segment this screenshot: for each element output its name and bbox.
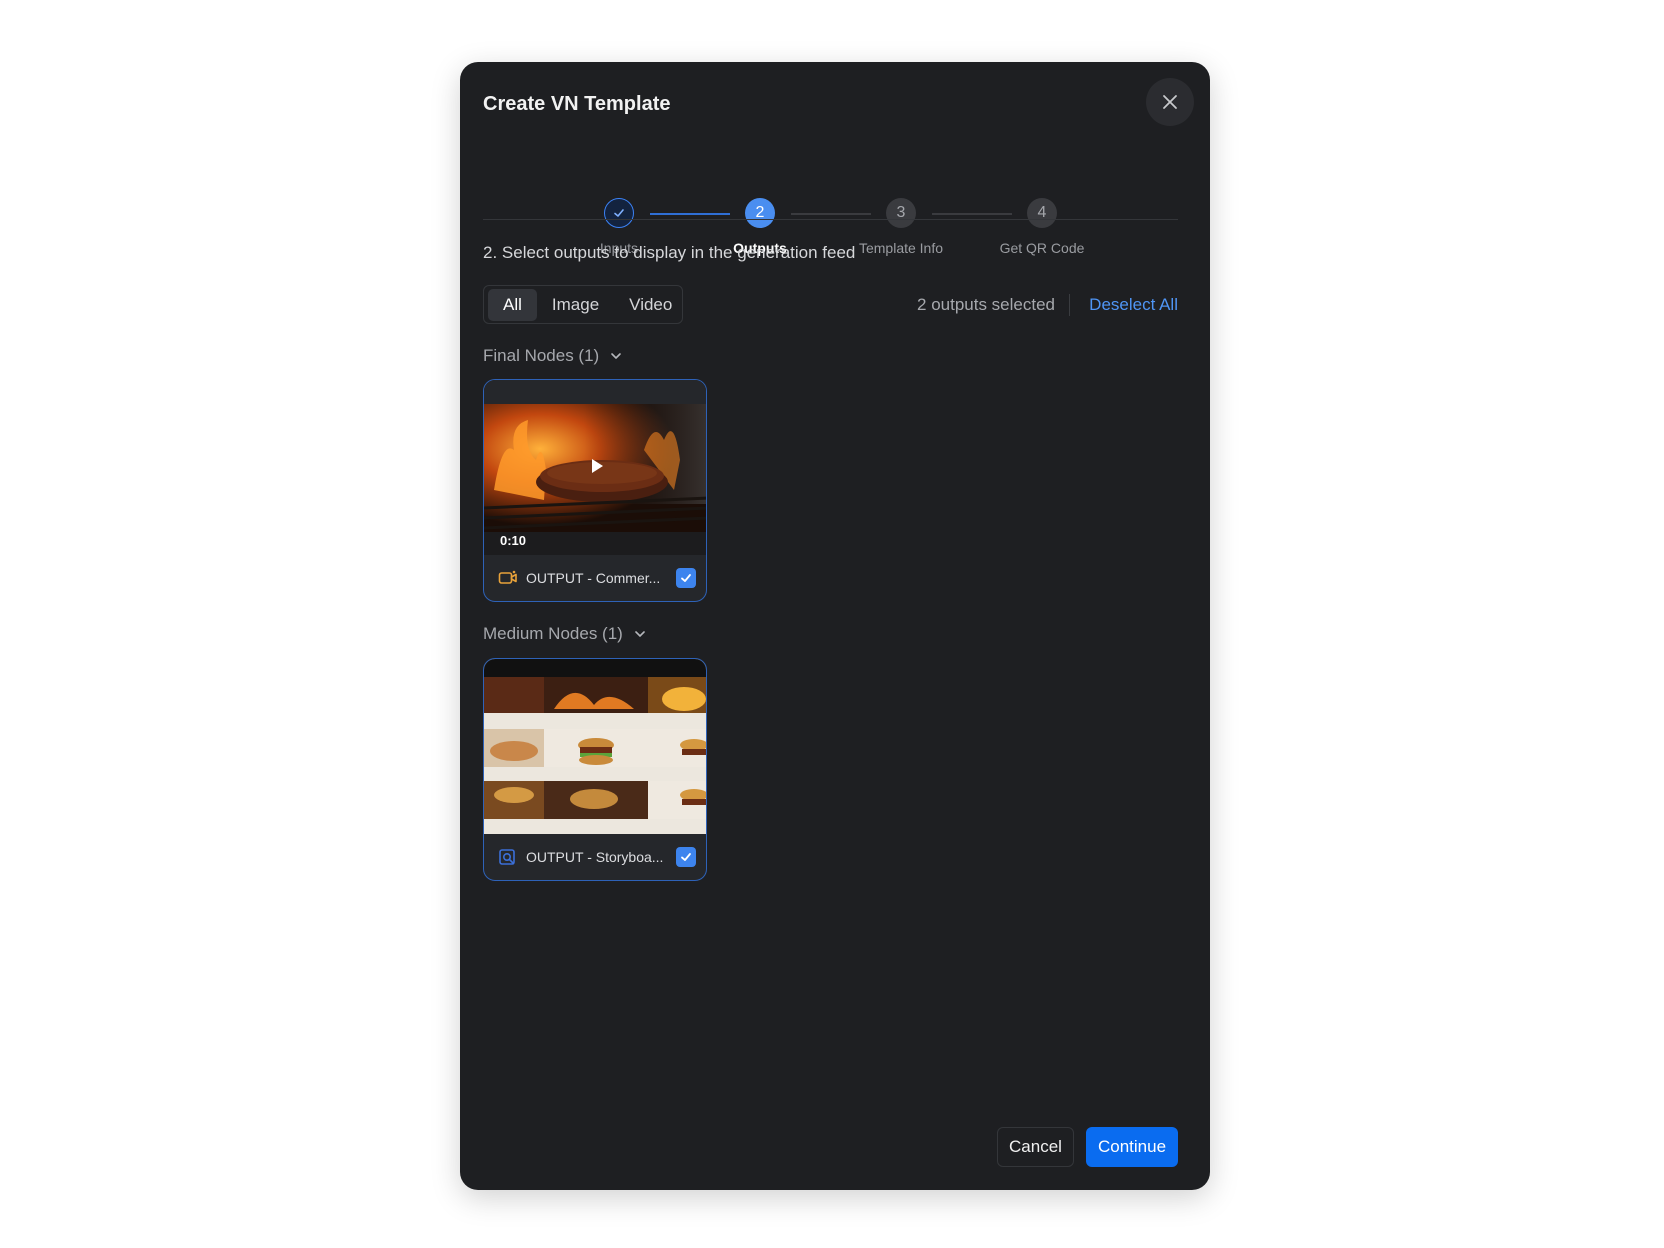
separator: [1069, 294, 1070, 316]
card-footer: OUTPUT - Commer...: [484, 555, 706, 601]
output-card-video[interactable]: 0:10 OUTPUT - Commer...: [483, 379, 707, 602]
output-card-image[interactable]: OUTPUT - Storyboa...: [483, 658, 707, 881]
chevron-down-icon: [635, 631, 645, 637]
video-thumbnail: 0:10: [484, 380, 706, 555]
section-heading: Medium Nodes (1): [483, 624, 623, 643]
output-name: OUTPUT - Commer...: [526, 570, 661, 586]
step-number: 2: [745, 198, 775, 228]
step-template-info[interactable]: 3 Template Info: [841, 198, 961, 256]
close-button[interactable]: [1146, 78, 1194, 126]
step-number: 3: [886, 198, 916, 228]
tab-image[interactable]: Image: [537, 289, 614, 321]
image-search-icon: [499, 849, 515, 865]
step-label: Template Info: [858, 240, 944, 256]
cancel-button[interactable]: Cancel: [997, 1127, 1074, 1167]
output-checkbox[interactable]: [676, 568, 696, 588]
video-duration: 0:10: [500, 533, 527, 548]
continue-button[interactable]: Continue: [1086, 1127, 1178, 1167]
output-name: OUTPUT - Storyboa...: [526, 849, 664, 865]
section-medium-nodes[interactable]: Medium Nodes (1): [483, 624, 647, 644]
card-footer: OUTPUT - Storyboa...: [484, 834, 706, 880]
step-label: Get QR Code: [999, 240, 1085, 256]
selected-count: 2 outputs selected: [917, 295, 1055, 314]
divider: [483, 219, 1178, 220]
output-checkbox[interactable]: [676, 847, 696, 867]
instruction-text: 2. Select outputs to display in the gene…: [483, 243, 856, 262]
section-heading: Final Nodes (1): [483, 346, 600, 365]
check-icon: [681, 574, 691, 582]
play-icon[interactable]: [584, 454, 608, 478]
step-get-qr-code[interactable]: 4 Get QR Code: [982, 198, 1102, 256]
step-circle: [604, 198, 634, 228]
storyboard-thumbnail: [484, 659, 706, 834]
deselect-all-link[interactable]: Deselect All: [1089, 295, 1178, 315]
close-icon: [1163, 95, 1177, 109]
modal-title: Create VN Template: [483, 93, 671, 115]
filter-tabs: All Image Video: [483, 285, 683, 324]
section-final-nodes[interactable]: Final Nodes (1): [483, 346, 623, 366]
check-icon: [614, 209, 624, 217]
check-icon: [681, 853, 691, 861]
tab-all[interactable]: All: [488, 288, 537, 321]
storyboard-image: [484, 659, 706, 834]
step-number: 4: [1027, 198, 1057, 228]
chevron-down-icon: [611, 353, 622, 359]
video-camera-icon: [498, 570, 517, 584]
create-template-modal: Create VN Template Inputs 2 Outputs 3 Te…: [460, 62, 1210, 1190]
stepper: Inputs 2 Outputs 3 Template Info 4 Get Q…: [460, 137, 1210, 256]
tab-video[interactable]: Video: [614, 289, 687, 321]
